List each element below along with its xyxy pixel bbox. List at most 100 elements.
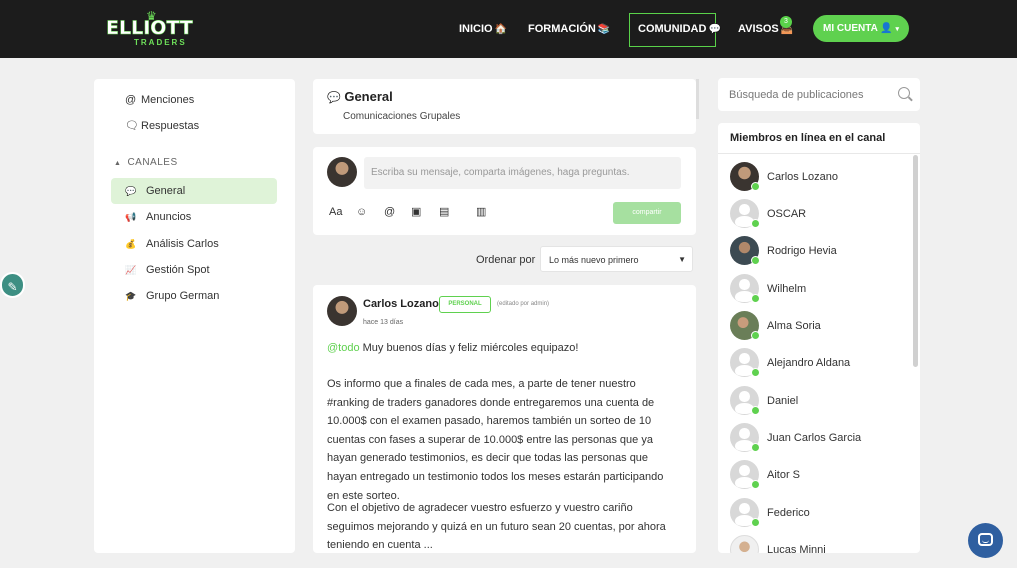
channel-title-text: General xyxy=(344,89,393,104)
post-paragraph: Con el objetivo de agradecer vuestro esf… xyxy=(327,502,666,552)
member-name: Juan Carlos Garcia xyxy=(767,432,862,444)
image-icon[interactable]: ▣ xyxy=(411,205,421,219)
channel-gestion-spot[interactable]: 📈 Gestión Spot xyxy=(125,262,210,278)
sort-select[interactable]: Lo más nuevo primero ▼ xyxy=(540,246,693,272)
member-row[interactable]: Aitor S xyxy=(718,460,913,490)
nav-formacion-label: FORMACIÓN xyxy=(528,23,596,35)
sort-label: Ordenar por xyxy=(476,254,536,266)
channel-general[interactable]: 💬 General xyxy=(125,183,185,199)
mention-link[interactable]: @todo xyxy=(327,342,360,354)
top-navbar: ♛ ELLIOTT TRADERS INICIO 🏠 FORMACIÓN 📚 COM… xyxy=(0,0,1017,58)
nav-inicio[interactable]: INICIO 🏠 xyxy=(459,22,507,36)
nav-comunidad[interactable]: COMUNIDAD 💬 xyxy=(638,22,721,36)
poll-chart-icon[interactable]: ▥ xyxy=(476,205,486,219)
nav-formacion[interactable]: FORMACIÓN 📚 xyxy=(528,22,610,36)
mi-cuenta-label: MI CUENTA xyxy=(823,23,878,34)
at-icon: @ xyxy=(125,94,137,106)
edit-pencil-button[interactable]: ✎ xyxy=(0,272,25,298)
user-icon: 👤 xyxy=(880,23,893,34)
member-name: Daniel xyxy=(767,395,799,407)
search-icon[interactable] xyxy=(898,87,910,99)
channel-subtitle: Comunicaciones Grupales xyxy=(343,111,461,122)
speech-bubble-icon: 💬 xyxy=(125,186,137,196)
chevron-down-icon: ▼ xyxy=(678,255,686,264)
speech-bubble-icon: 💬 xyxy=(708,24,721,35)
graduation-cap-icon: 🎓 xyxy=(125,291,137,301)
document-icon[interactable]: ▤ xyxy=(439,205,449,219)
online-dot xyxy=(751,294,760,303)
nav-comunidad-label: COMUNIDAD xyxy=(638,23,707,35)
post-composer: Escriba su mensaje, comparta imágenes, h… xyxy=(313,147,696,235)
member-row[interactable]: Rodrigo Hevia xyxy=(718,236,913,266)
member-row[interactable]: Wilhelm xyxy=(718,274,913,304)
member-name: Alma Soria xyxy=(767,320,821,332)
sidebar-menciones-label: Menciones xyxy=(141,94,195,106)
money-bag-icon: 💰 xyxy=(125,239,137,249)
member-name: Aitor S xyxy=(767,469,801,481)
member-row[interactable]: Daniel xyxy=(718,386,913,416)
notification-badge: 3 xyxy=(780,16,792,28)
online-dot xyxy=(751,518,760,527)
channel-label: Análisis Carlos xyxy=(146,238,219,250)
online-dot xyxy=(751,331,760,340)
channel-label: General xyxy=(146,185,186,197)
share-button[interactable]: compartir xyxy=(613,202,681,224)
sidebar-menciones[interactable]: @ Menciones xyxy=(125,92,194,108)
member-name: Carlos Lozano xyxy=(767,171,838,183)
member-row[interactable]: Federico xyxy=(718,498,913,528)
member-name: Federico xyxy=(767,507,810,519)
mi-cuenta-button[interactable]: MI CUENTA 👤 ▾ xyxy=(813,15,909,42)
members-scrollbar[interactable] xyxy=(913,155,918,367)
channel-title: 💬 General xyxy=(327,89,393,105)
logo-subtext: TRADERS xyxy=(134,38,187,47)
channels-sidebar: @ Menciones 🗨 Respuestas ▲ CANALES 💬 General… xyxy=(94,79,295,553)
member-row[interactable]: Juan Carlos Garcia xyxy=(718,423,913,453)
avatar xyxy=(730,535,759,553)
message-input[interactable]: Escriba su mensaje, comparta imágenes, h… xyxy=(364,157,681,189)
personal-badge: PERSONAL xyxy=(439,296,491,313)
member-name: Alejandro Aldana xyxy=(767,357,851,369)
online-dot xyxy=(751,182,760,191)
search-input[interactable]: Búsqueda de publicaciones xyxy=(729,88,864,102)
emoji-icon[interactable]: ☺ xyxy=(356,205,367,219)
member-row[interactable]: Alma Soria xyxy=(718,311,913,341)
text-format-button[interactable]: Aa xyxy=(329,205,342,219)
online-members-panel: Miembros en línea en el canal Carlos Loz… xyxy=(718,123,920,553)
member-name: Wilhelm xyxy=(767,283,807,295)
members-heading: Miembros en línea en el canal xyxy=(718,123,920,154)
chat-support-button[interactable] xyxy=(968,523,1003,558)
post-search[interactable]: Búsqueda de publicaciones xyxy=(718,78,920,111)
post-author[interactable]: Carlos Lozano xyxy=(363,297,439,311)
sidebar-respuestas-label: Respuestas xyxy=(141,120,200,132)
channel-label: Grupo German xyxy=(146,290,220,302)
member-row[interactable]: OSCAR xyxy=(718,199,913,229)
member-name: Rodrigo Hevia xyxy=(767,245,837,257)
comment-icon: 🗨 xyxy=(125,120,139,132)
channel-anuncios[interactable]: 📢 Anuncios xyxy=(125,209,191,225)
logo-text: ELLIOTT xyxy=(106,17,193,39)
online-dot xyxy=(751,368,760,377)
feed-scrollbar[interactable] xyxy=(696,79,699,119)
pencil-icon: ✎ xyxy=(7,280,18,294)
online-dot xyxy=(751,219,760,228)
channel-analisis-carlos[interactable]: 💰 Análisis Carlos xyxy=(125,236,219,252)
post-greeting: @todo Muy buenos días y feliz miércoles … xyxy=(327,341,578,355)
elliott-traders-logo[interactable]: ♛ ELLIOTT TRADERS xyxy=(106,10,193,47)
sidebar-respuestas[interactable]: 🗨 Respuestas xyxy=(125,118,199,134)
chevron-down-icon: ▾ xyxy=(895,26,899,33)
member-row[interactable]: Carlos Lozano xyxy=(718,162,913,192)
post-card: Carlos Lozano PERSONAL (editado por admi… xyxy=(313,285,696,553)
member-row[interactable]: Lucas Minni xyxy=(718,535,913,553)
author-avatar[interactable] xyxy=(327,296,357,326)
channel-grupo-german[interactable]: 🎓 Grupo German xyxy=(125,288,219,304)
channels-heading-label: CANALES xyxy=(127,157,178,168)
edited-note: (editado por admin) xyxy=(497,301,550,307)
post-paragraph: Os informo que a finales de cada mes, a … xyxy=(327,378,664,502)
avatar xyxy=(327,157,357,187)
home-icon: 🏠 xyxy=(494,24,508,35)
mention-icon[interactable]: @ xyxy=(384,205,395,219)
online-dot xyxy=(751,406,760,415)
channels-heading[interactable]: ▲ CANALES xyxy=(114,157,178,169)
member-row[interactable]: Alejandro Aldana xyxy=(718,348,913,378)
caret-up-icon: ▲ xyxy=(114,160,122,167)
